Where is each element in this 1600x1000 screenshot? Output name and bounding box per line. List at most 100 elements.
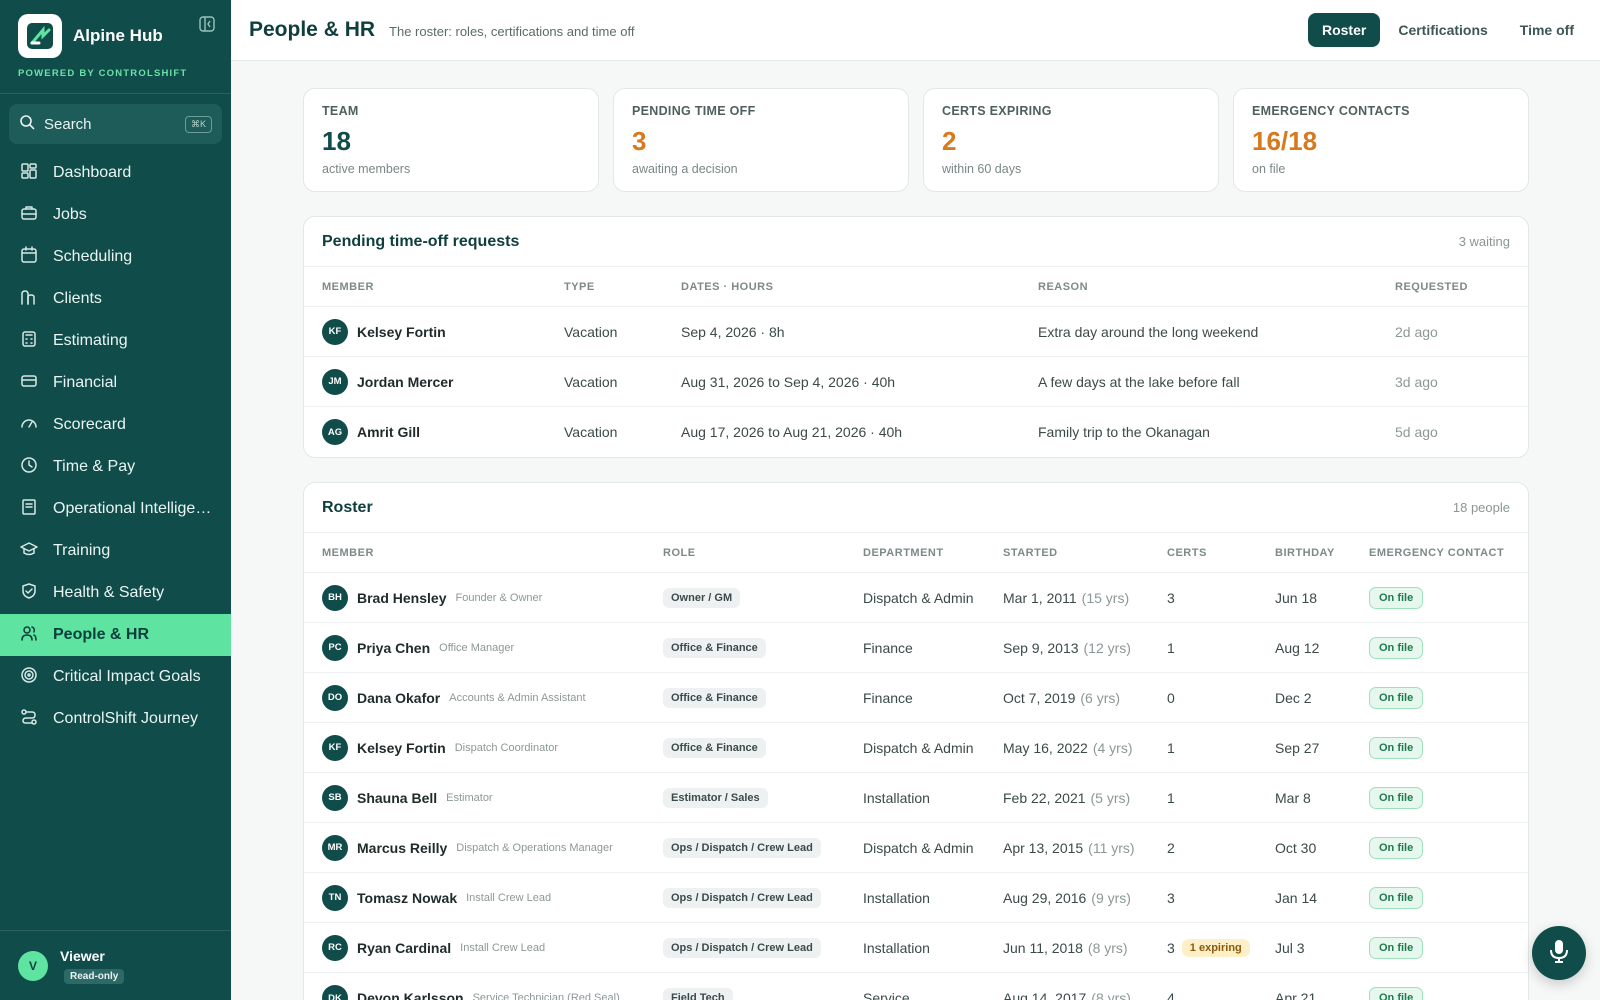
stat-sub: within 60 days xyxy=(942,162,1022,176)
briefcase-icon xyxy=(20,204,38,227)
column-header[interactable]: MEMBER xyxy=(322,281,564,293)
table-row[interactable]: DO Dana Okafor Accounts & Admin Assistant O… xyxy=(304,673,1528,723)
section-title: Roster xyxy=(322,498,373,516)
sidebar-item-scorecard[interactable]: Scorecard xyxy=(0,404,231,446)
table-row[interactable]: AG Amrit Gill Vacation Aug 17, 2026 to Aug … xyxy=(304,407,1528,457)
member-name[interactable]: Brad Hensley xyxy=(357,590,446,606)
column-header[interactable]: ROLE xyxy=(663,547,863,559)
table-row[interactable]: JM Jordan Mercer Vacation Aug 31, 2026 to S… xyxy=(304,357,1528,407)
job-title: Founder & Owner xyxy=(455,591,543,604)
job-title: Office Manager xyxy=(439,641,515,654)
avatar: SB xyxy=(322,784,348,811)
sidebar-item-controlshift-journey[interactable]: ControlShift Journey xyxy=(0,698,231,740)
tab-time-off[interactable]: Time off xyxy=(1506,13,1588,47)
sidebar-item-dashboard[interactable]: Dashboard xyxy=(0,152,231,194)
tab-roster[interactable]: Roster xyxy=(1307,13,1381,47)
table-row[interactable]: RC Ryan Cardinal Install Crew Lead Ops / Di… xyxy=(304,923,1528,973)
sidebar-item-training[interactable]: Training xyxy=(0,530,231,572)
column-header[interactable]: REASON xyxy=(1038,281,1395,293)
sidebar-item-people-hr[interactable]: People & HR xyxy=(0,614,231,656)
collapse-sidebar-icon[interactable] xyxy=(199,16,215,32)
column-header[interactable]: MEMBER xyxy=(322,547,663,559)
member-name[interactable]: Shauna Bell xyxy=(357,790,437,806)
stat-value: 16/18 xyxy=(1252,126,1318,156)
search-button[interactable]: Search ⌘K xyxy=(9,104,222,144)
stat-label: EMERGENCY CONTACTS xyxy=(1252,104,1410,118)
sidebar-item-label: Time & Pay xyxy=(53,458,136,475)
sidebar-item-scheduling[interactable]: Scheduling xyxy=(0,236,231,278)
sidebar-item-critical-impact-goals[interactable]: Critical Impact Goals xyxy=(0,656,231,698)
column-header[interactable]: DATES · HOURS xyxy=(681,281,1038,293)
job-title: Install Crew Lead xyxy=(460,941,546,954)
sidebar-item-label: Scheduling xyxy=(53,248,133,265)
member-name[interactable]: Tomasz Nowak xyxy=(357,890,457,906)
dashboard-icon xyxy=(20,162,38,185)
sidebar-item-operational-intellige[interactable]: Operational Intellige… xyxy=(0,488,231,530)
card-icon xyxy=(20,372,38,395)
cert-count: 0 xyxy=(1167,689,1175,706)
table-row[interactable]: SB Shauna Bell Estimator Estimator / Sales I… xyxy=(304,773,1528,823)
column-header[interactable]: REQUESTED xyxy=(1395,281,1505,293)
job-title: Install Crew Lead xyxy=(466,891,552,904)
sidebar-item-clients[interactable]: Clients xyxy=(0,278,231,320)
table-row[interactable]: KF Kelsey Fortin Vacation Sep 4, 2026 · 8h E… xyxy=(304,307,1528,357)
member-name[interactable]: Jordan Mercer xyxy=(357,374,453,390)
sidebar-item-time-pay[interactable]: Time & Pay xyxy=(0,446,231,488)
emergency-contact-status: On file xyxy=(1369,936,1424,959)
column-header[interactable]: BIRTHDAY xyxy=(1275,547,1369,559)
table-row[interactable]: PC Priya Chen Office Manager Office & Finan… xyxy=(304,623,1528,673)
user-role-badge: Read-only xyxy=(64,968,125,984)
member-name[interactable]: Ryan Cardinal xyxy=(357,940,451,956)
sidebar-item-health-safety[interactable]: Health & Safety xyxy=(0,572,231,614)
table-row[interactable]: TN Tomasz Nowak Install Crew Lead Ops / Dis… xyxy=(304,873,1528,923)
start-date: Oct 7, 2019 xyxy=(1003,689,1076,706)
tenure: (8 yrs) xyxy=(1091,990,1131,1000)
birthday: Aug 12 xyxy=(1275,639,1320,656)
tenure: (11 yrs) xyxy=(1088,839,1135,856)
microphone-icon xyxy=(1548,939,1570,968)
emergency-contact-status: On file xyxy=(1369,736,1424,759)
member-name[interactable]: Priya Chen xyxy=(357,640,430,656)
birthday: Jan 14 xyxy=(1275,889,1318,906)
stats-row: TEAM 18 active members PENDING TIME OFF … xyxy=(303,88,1529,192)
pending-requests-card: Pending time-off requests 3 waiting MEMB… xyxy=(303,216,1529,458)
stat-sub: on file xyxy=(1252,162,1286,176)
column-header[interactable]: CERTS xyxy=(1167,547,1275,559)
table-row[interactable]: KF Kelsey Fortin Dispatch Coordinator Offic… xyxy=(304,723,1528,773)
member-name[interactable]: Devon Karlsson xyxy=(357,990,464,1000)
column-header[interactable]: STARTED xyxy=(1003,547,1167,559)
member-name[interactable]: Dana Okafor xyxy=(357,690,440,706)
table-row[interactable]: DK Devon Karlsson Service Technician (Red … xyxy=(304,973,1528,1000)
sidebar-item-estimating[interactable]: Estimating xyxy=(0,320,231,362)
table-row[interactable]: MR Marcus Reilly Dispatch & Operations Man… xyxy=(304,823,1528,873)
member-name[interactable]: Kelsey Fortin xyxy=(357,740,446,756)
tenure: (9 yrs) xyxy=(1091,889,1131,906)
voice-assistant-button[interactable] xyxy=(1532,926,1586,980)
tab-certifications[interactable]: Certifications xyxy=(1384,13,1501,47)
column-header[interactable]: EMERGENCY CONTACT xyxy=(1369,547,1509,559)
section-count: 3 waiting xyxy=(1458,234,1510,249)
column-header[interactable]: DEPARTMENT xyxy=(863,547,1003,559)
member-name[interactable]: Marcus Reilly xyxy=(357,840,447,856)
column-header[interactable]: TYPE xyxy=(564,281,681,293)
cert-count: 2 xyxy=(1167,839,1175,856)
cert-count: 4 xyxy=(1167,990,1175,1000)
user-profile[interactable]: V Viewer Read-only xyxy=(0,930,231,1000)
job-title: Estimator xyxy=(446,791,493,804)
start-date: Aug 29, 2016 xyxy=(1003,889,1087,906)
department: Installation xyxy=(863,939,930,956)
table-header: MEMBER ROLE DEPARTMENT STARTED CERTS BIR… xyxy=(304,533,1528,573)
sidebar-item-jobs[interactable]: Jobs xyxy=(0,194,231,236)
member-name[interactable]: Amrit Gill xyxy=(357,424,420,440)
role-badge: Office & Finance xyxy=(663,637,766,658)
sidebar-item-financial[interactable]: Financial xyxy=(0,362,231,404)
table-row[interactable]: BH Brad Hensley Founder & Owner Owner / GM D… xyxy=(304,573,1528,623)
leave-dates: Aug 17, 2026 to Aug 21, 2026 · 40h xyxy=(681,424,903,440)
app-logo-icon[interactable] xyxy=(18,14,62,58)
emergency-contact-status: On file xyxy=(1369,886,1424,909)
department: Dispatch & Admin xyxy=(863,739,974,756)
graduation-icon xyxy=(20,540,38,563)
member-name[interactable]: Kelsey Fortin xyxy=(357,324,446,340)
start-date: Aug 14, 2017 xyxy=(1003,990,1087,1000)
leave-dates: Sep 4, 2026 · 8h xyxy=(681,323,785,340)
